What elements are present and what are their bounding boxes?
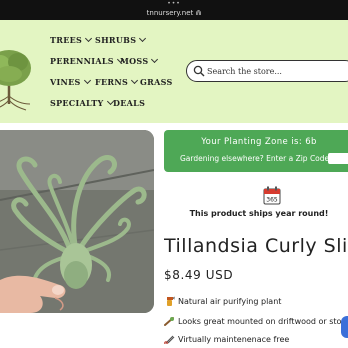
nursery-logo-tree-icon[interactable] xyxy=(0,44,32,114)
nav-ferns[interactable]: FERNS xyxy=(95,76,139,87)
product-price: $8.49 USD xyxy=(164,268,234,282)
nav-ferns-label: FERNS xyxy=(95,77,129,87)
zip-code-input[interactable] xyxy=(328,153,348,164)
nav-specialty-label: SPECIALTY xyxy=(50,98,104,108)
calendar-number: 365 xyxy=(266,197,278,204)
nav-vines[interactable]: VINES xyxy=(50,76,91,87)
chevron-down-icon xyxy=(130,76,139,85)
feature-item: Natural air purifying plant xyxy=(164,296,281,306)
chevron-down-icon xyxy=(83,76,91,85)
chevron-down-icon xyxy=(85,34,93,43)
feature-text: Virtually maintenenace free xyxy=(178,335,290,344)
chevron-down-icon xyxy=(151,55,159,64)
spray-bottle-icon xyxy=(167,296,175,306)
nav-deals[interactable]: DEALS xyxy=(113,98,145,108)
feature-item: Looks great mounted on driftwood or ston… xyxy=(164,316,348,326)
feature-text: Looks great mounted on driftwood or ston… xyxy=(178,317,348,326)
zip-prompt: Gardening elsewhere? Enter a Zip Code: xyxy=(180,154,332,163)
nav-grass-label: GRASS xyxy=(140,77,173,87)
chat-button[interactable] xyxy=(341,316,348,338)
driftwood-icon xyxy=(164,317,174,326)
feature-item: Virtually maintenenace free xyxy=(164,334,289,344)
nav-perennials-label: PERENNIALS xyxy=(50,56,114,66)
nav-trees-label: TREES xyxy=(50,35,83,45)
search-input[interactable] xyxy=(207,63,348,79)
search-bar[interactable] xyxy=(186,60,348,82)
nav-moss[interactable]: MOSS xyxy=(120,55,159,66)
nav-moss-label: MOSS xyxy=(120,56,149,66)
site-header: TREES SHRUBS PERENNIALS MOSS VINES FERNS… xyxy=(0,20,348,123)
nav-shrubs-label: SHRUBS xyxy=(95,35,137,45)
nav-vines-label: VINES xyxy=(50,77,81,87)
pruning-shears-icon xyxy=(164,335,175,344)
nav-specialty[interactable]: SPECIALTY xyxy=(50,97,114,108)
calendar-icon: 365 xyxy=(263,186,281,205)
nav-shrubs[interactable]: SHRUBS xyxy=(95,34,147,45)
planting-zone-box: Your Planting Zone is: 6b Gardening else… xyxy=(164,130,348,172)
nav-trees[interactable]: TREES xyxy=(50,34,93,45)
browser-address-bar: ••• tnnursery.net ⋒ xyxy=(0,0,348,20)
planting-zone-title: Your Planting Zone is: 6b xyxy=(201,137,317,147)
nav-deals-label: DEALS xyxy=(113,98,146,108)
feature-text: Natural air purifying plant xyxy=(178,297,282,306)
nav-grass[interactable]: GRASS xyxy=(140,77,173,87)
nav-perennials[interactable]: PERENNIALS xyxy=(50,55,124,66)
product-image[interactable] xyxy=(0,130,154,313)
browser-url[interactable]: tnnursery.net ⋒ xyxy=(0,9,348,18)
tillandsia-photo xyxy=(0,130,154,313)
chevron-down-icon xyxy=(139,34,147,43)
browser-menu-dots[interactable]: ••• xyxy=(0,1,348,7)
shipping-note: This product ships year round! xyxy=(189,209,329,218)
search-icon[interactable] xyxy=(193,65,205,77)
product-title: Tillandsia Curly Slim xyxy=(164,235,348,257)
